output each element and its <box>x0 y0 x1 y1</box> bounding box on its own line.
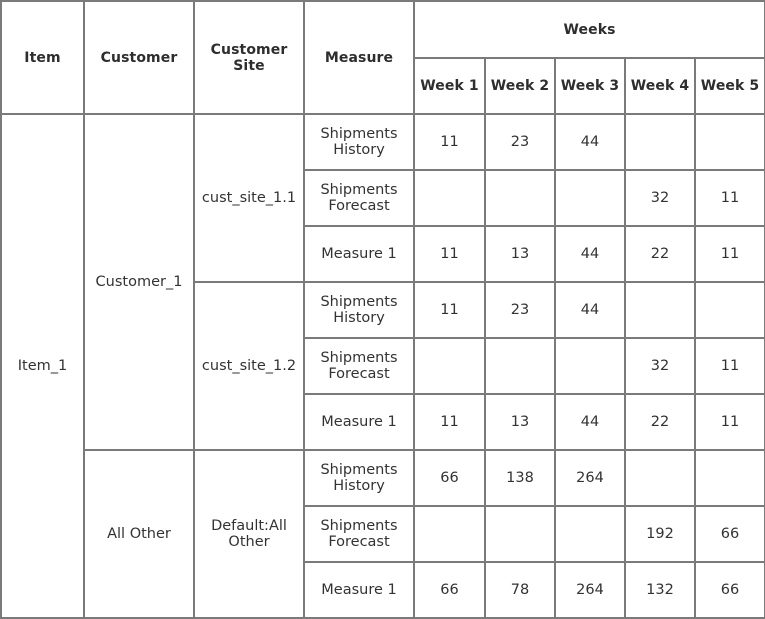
customer-cell: Customer_1 <box>83 113 195 451</box>
week-1-value-cell[interactable]: 11 <box>413 225 486 283</box>
measure-label-line: Shipments <box>320 462 398 478</box>
table-row: All Other Default:All Other Shipments Histor… <box>1 449 765 619</box>
week-5-value-cell[interactable]: 11 <box>693 393 765 451</box>
week-1-value-cell[interactable]: 11 <box>413 113 486 171</box>
week-4-value-cell[interactable] <box>624 281 696 339</box>
measure-label-line: Shipments <box>320 126 398 142</box>
header-customer-site-line: Site <box>233 57 265 74</box>
week-3-value-cell[interactable]: 264 <box>554 561 626 619</box>
week-4-value-cell[interactable]: 32 <box>624 169 696 227</box>
measure-cell: Shipments Forecast <box>303 505 415 563</box>
measure-label-line: History <box>333 142 385 158</box>
week-4-value-cell[interactable] <box>624 113 696 171</box>
week-5-value-cell[interactable]: 11 <box>693 337 765 395</box>
table-body: Item_1 Customer_1 cust_site_1.1 Shipments Hi… <box>0 113 765 619</box>
customer-site-line: cust_site_1.2 <box>201 358 297 374</box>
header-row-top: Item Customer Customer Site Measure Week… <box>0 0 765 115</box>
header-customer-site-line: Customer <box>210 41 288 58</box>
header-item: Item <box>0 0 85 115</box>
customer-site-line: cust_site_1.1 <box>201 190 297 206</box>
week-2-value-cell[interactable]: 78 <box>484 561 556 619</box>
measure-cell: Shipments History <box>303 113 415 171</box>
measure-cell: Shipments History <box>303 449 415 507</box>
week-3-value-cell[interactable]: 44 <box>554 113 626 171</box>
week-2-value-cell[interactable]: 23 <box>484 113 556 171</box>
week-1-value-cell[interactable]: 11 <box>413 281 486 339</box>
week-1-value-cell[interactable]: 66 <box>413 449 486 507</box>
customer-site-cell: cust_site_1.1 <box>193 113 305 283</box>
header-customer: Customer <box>83 0 195 115</box>
measure-cell: Measure 1 <box>303 393 415 451</box>
week-2-value-cell[interactable] <box>484 337 556 395</box>
header-week-5: Week 5 <box>693 57 765 115</box>
week-1-value-cell[interactable]: 11 <box>413 393 486 451</box>
week-5-value-cell[interactable]: 66 <box>693 505 765 563</box>
week-5-value-cell[interactable] <box>693 449 765 507</box>
week-4-value-cell[interactable]: 22 <box>624 225 696 283</box>
pivot-table: Item Customer Customer Site Measure Week… <box>0 0 765 619</box>
customer-site-line: Other <box>228 534 270 550</box>
week-2-value-cell[interactable] <box>484 169 556 227</box>
week-2-value-cell[interactable]: 138 <box>484 449 556 507</box>
header-week-4: Week 4 <box>624 57 696 115</box>
week-3-value-cell[interactable] <box>554 505 626 563</box>
measure-cell: Measure 1 <box>303 561 415 619</box>
week-2-value-cell[interactable]: 13 <box>484 225 556 283</box>
measure-label-line: Forecast <box>328 534 390 550</box>
week-3-value-cell[interactable]: 264 <box>554 449 626 507</box>
measure-label-line: Measure 1 <box>321 246 397 262</box>
week-3-value-cell[interactable] <box>554 337 626 395</box>
customer-site-cell: cust_site_1.2 <box>193 281 305 451</box>
measure-label-line: Shipments <box>320 182 398 198</box>
item-cell: Item_1 <box>0 113 85 619</box>
measure-label-line: Measure 1 <box>321 414 397 430</box>
customer-site-line: Default:All <box>211 518 287 534</box>
week-5-value-cell[interactable]: 11 <box>693 225 765 283</box>
header-customer-site: Customer Site <box>193 0 305 115</box>
measure-label-line: Forecast <box>328 366 390 382</box>
week-3-value-cell[interactable]: 44 <box>554 225 626 283</box>
week-4-value-cell[interactable]: 32 <box>624 337 696 395</box>
measure-cell: Measure 1 <box>303 225 415 283</box>
week-1-value-cell[interactable]: 66 <box>413 561 486 619</box>
week-3-value-cell[interactable] <box>554 169 626 227</box>
measure-label-line: Shipments <box>320 518 398 534</box>
table-header: Item Customer Customer Site Measure Week… <box>0 0 765 115</box>
week-5-value-cell[interactable]: 11 <box>693 169 765 227</box>
week-5-value-cell[interactable]: 66 <box>693 561 765 619</box>
measure-cell: Shipments Forecast <box>303 169 415 227</box>
week-4-value-cell[interactable]: 22 <box>624 393 696 451</box>
header-week-3: Week 3 <box>554 57 626 115</box>
week-1-value-cell[interactable] <box>413 505 486 563</box>
week-1-value-cell[interactable] <box>413 169 486 227</box>
measure-label-line: Forecast <box>328 198 390 214</box>
week-5-value-cell[interactable] <box>693 113 765 171</box>
measure-label-line: History <box>333 310 385 326</box>
table-row: Item_1 Customer_1 cust_site_1.1 Shipments Hi… <box>0 113 765 619</box>
week-3-value-cell[interactable]: 44 <box>554 281 626 339</box>
week-2-value-cell[interactable] <box>484 505 556 563</box>
week-2-value-cell[interactable]: 23 <box>484 281 556 339</box>
measure-label-line: Shipments <box>320 294 398 310</box>
customer-cell: All Other <box>83 449 195 619</box>
measure-label-line: Shipments <box>320 350 398 366</box>
measure-label-line: History <box>333 478 385 494</box>
measure-label-line: Measure 1 <box>321 582 397 598</box>
week-3-value-cell[interactable]: 44 <box>554 393 626 451</box>
week-4-value-cell[interactable]: 192 <box>624 505 696 563</box>
week-5-value-cell[interactable] <box>693 281 765 339</box>
customer-site-cell: Default:All Other <box>193 449 305 619</box>
measure-cell: Shipments History <box>303 281 415 339</box>
measure-cell: Shipments Forecast <box>303 337 415 395</box>
week-2-value-cell[interactable]: 13 <box>484 393 556 451</box>
header-measure: Measure <box>303 0 415 115</box>
header-week-1: Week 1 <box>413 57 486 115</box>
week-1-value-cell[interactable] <box>413 337 486 395</box>
header-weeks-group: Weeks <box>412 0 765 59</box>
week-4-value-cell[interactable] <box>624 449 696 507</box>
header-week-2: Week 2 <box>484 57 556 115</box>
week-4-value-cell[interactable]: 132 <box>624 561 696 619</box>
